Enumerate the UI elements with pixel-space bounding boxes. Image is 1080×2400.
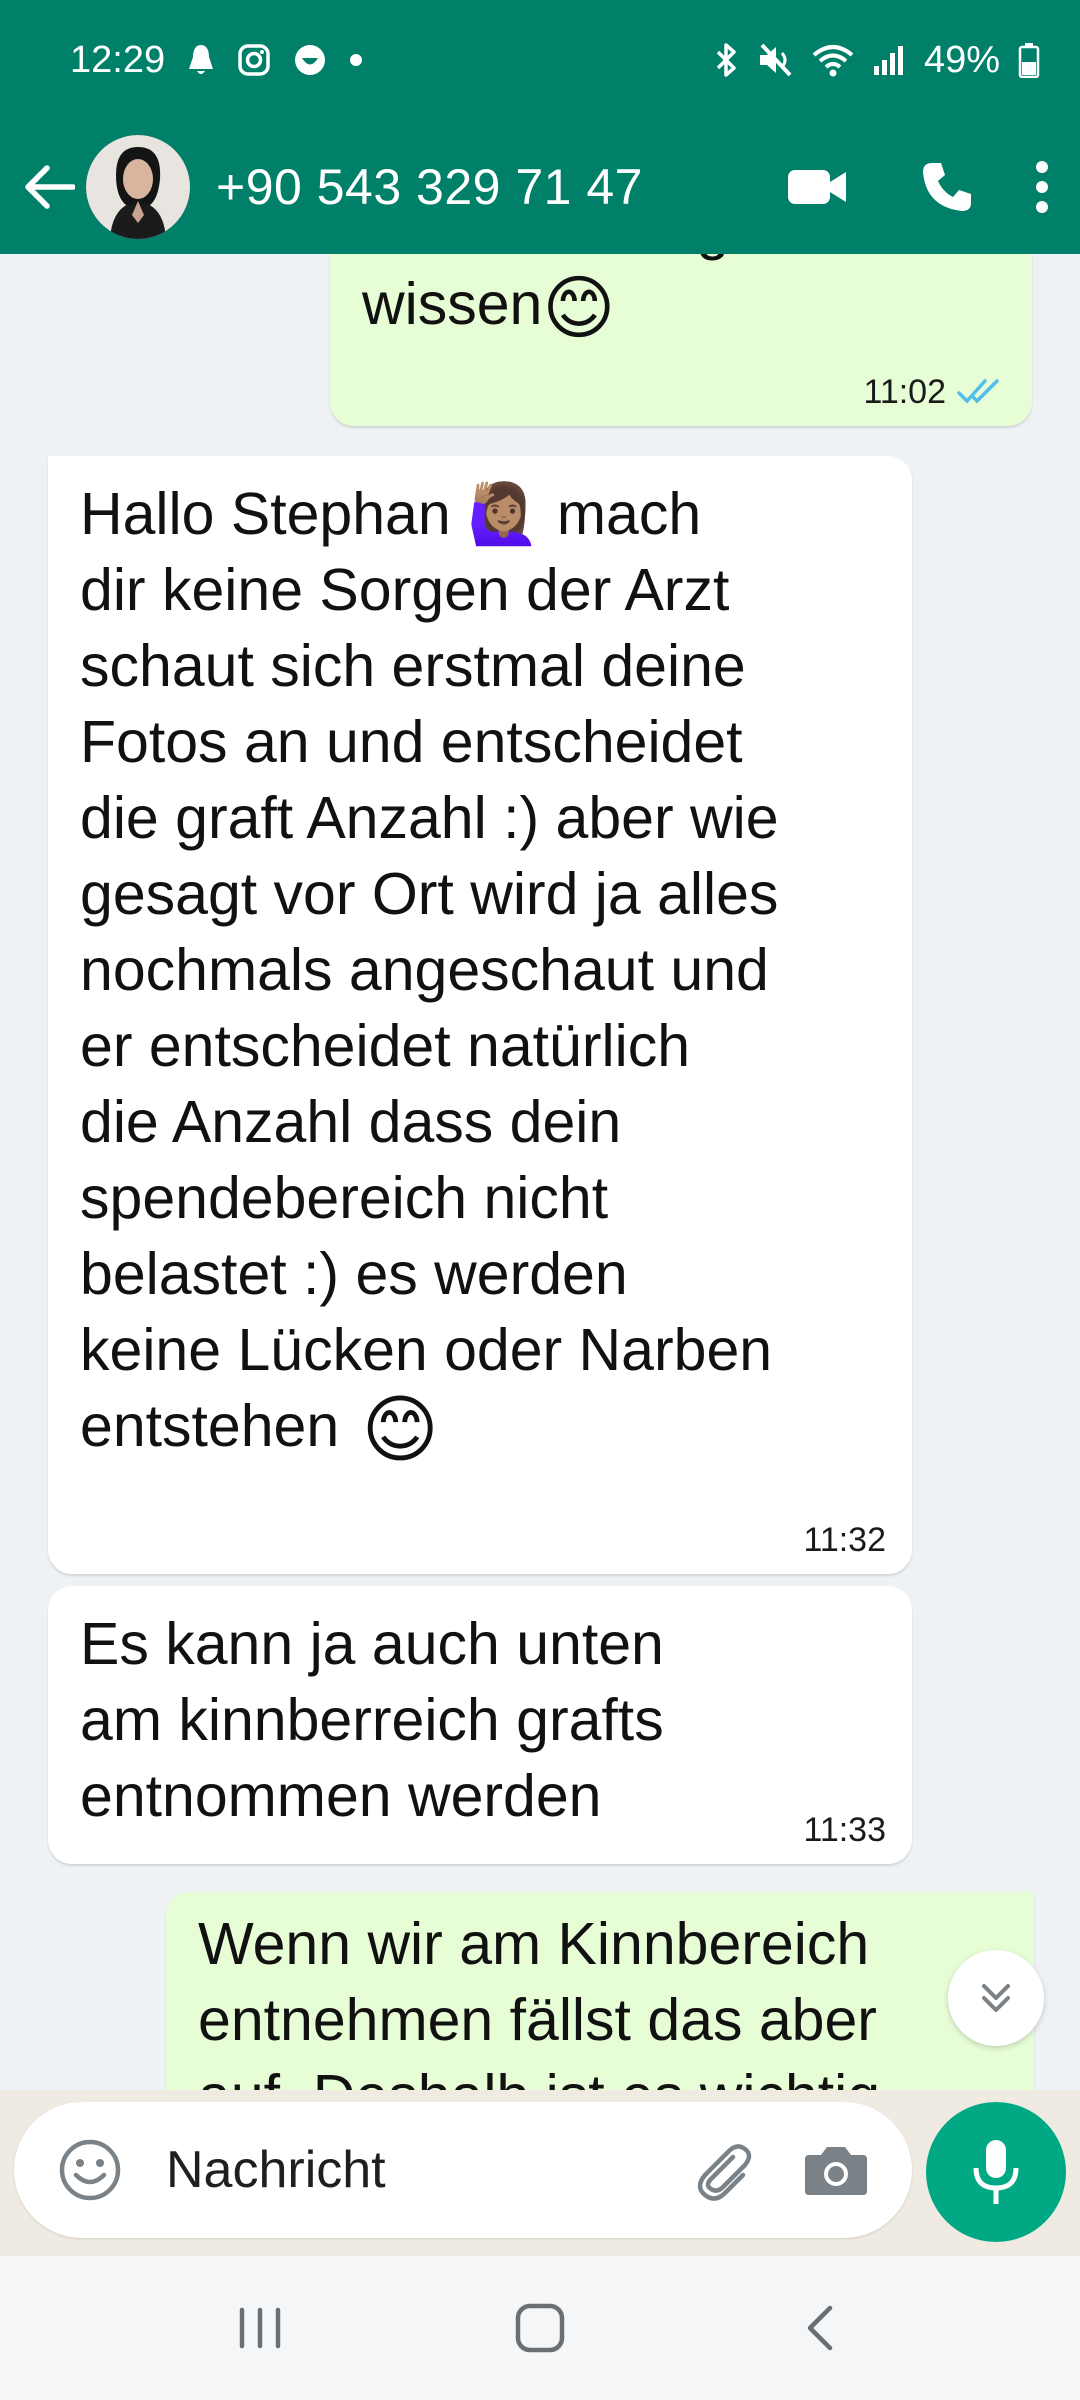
battery-icon: [1018, 42, 1040, 78]
message-text: Es kann ja auch unten am kinnberreich gr…: [80, 1611, 664, 1829]
more-options-button[interactable]: [1012, 120, 1072, 254]
read-ticks-icon: [957, 379, 999, 404]
message-text: Wenn wir am Kinnbereich entnehmen fällst…: [198, 1911, 880, 2090]
app-icon: [293, 43, 327, 77]
smile-emoji: 😊: [542, 269, 616, 348]
bluetooth-icon: [714, 42, 738, 78]
message-text: Hallo Stephan 🙋🏽‍♀️ mach dir keine Sorge…: [80, 481, 779, 1459]
instagram-icon: [237, 43, 271, 77]
scroll-to-bottom-button[interactable]: [948, 1950, 1044, 2046]
message-time: 11:02: [863, 373, 946, 411]
chevron-left-icon: [807, 2305, 833, 2351]
signal-icon: [872, 44, 906, 76]
emoji-icon: [59, 2139, 121, 2201]
contact-name[interactable]: +90 543 329 71 47: [216, 158, 643, 216]
avatar[interactable]: [86, 135, 190, 239]
status-bar: 12:29 49%: [0, 0, 1080, 120]
message-outgoing[interactable]: das ist wichtig zu wissen😊 11:02: [330, 254, 1032, 426]
wifi-icon: [812, 43, 854, 77]
chat-header: +90 543 329 71 47: [0, 120, 1080, 254]
home-icon: [515, 2303, 565, 2353]
battery-percent: 49%: [923, 38, 1000, 81]
emoji-button[interactable]: [40, 2120, 140, 2220]
dot-icon: [349, 53, 363, 67]
camera-icon: [805, 2147, 867, 2195]
message-time: 11:33: [803, 1811, 886, 1849]
arrow-left-icon: [25, 165, 75, 209]
recent-apps-button[interactable]: [200, 2268, 320, 2388]
message-composer: Nachricht: [14, 2102, 912, 2238]
camera-button[interactable]: [786, 2120, 886, 2220]
mute-icon: [756, 41, 794, 79]
message-time: 11:32: [803, 1521, 886, 1559]
message-incoming[interactable]: Es kann ja auch unten am kinnberreich gr…: [48, 1586, 912, 1864]
message-incoming[interactable]: Hallo Stephan 🙋🏽‍♀️ mach dir keine Sorge…: [48, 456, 912, 1574]
video-call-icon: [788, 170, 846, 204]
message-input[interactable]: Nachricht: [166, 2140, 672, 2200]
status-time: 12:29: [70, 38, 166, 81]
message-outgoing[interactable]: Wenn wir am Kinnbereich entnehmen fällst…: [166, 1892, 1034, 2090]
back-nav-button[interactable]: [760, 2268, 880, 2388]
notification-icon: [187, 43, 215, 77]
attach-button[interactable]: [672, 2120, 772, 2220]
message-list[interactable]: das ist wichtig zu wissen😊 11:02 Hallo S…: [0, 254, 1080, 2090]
chevron-double-down-icon: [982, 1984, 1010, 2012]
recent-apps-icon: [239, 2307, 281, 2349]
microphone-icon: [973, 2140, 1019, 2204]
video-call-button[interactable]: [752, 120, 882, 254]
paperclip-icon: [697, 2144, 752, 2201]
voice-call-icon: [923, 163, 971, 211]
voice-message-button[interactable]: [926, 2102, 1066, 2242]
voice-call-button[interactable]: [882, 120, 1012, 254]
more-options-icon: [1036, 161, 1048, 213]
back-button[interactable]: [14, 120, 84, 254]
system-navigation-bar: [0, 2256, 1080, 2400]
home-button[interactable]: [480, 2268, 600, 2388]
smile-emoji: 😊: [361, 1388, 439, 1472]
